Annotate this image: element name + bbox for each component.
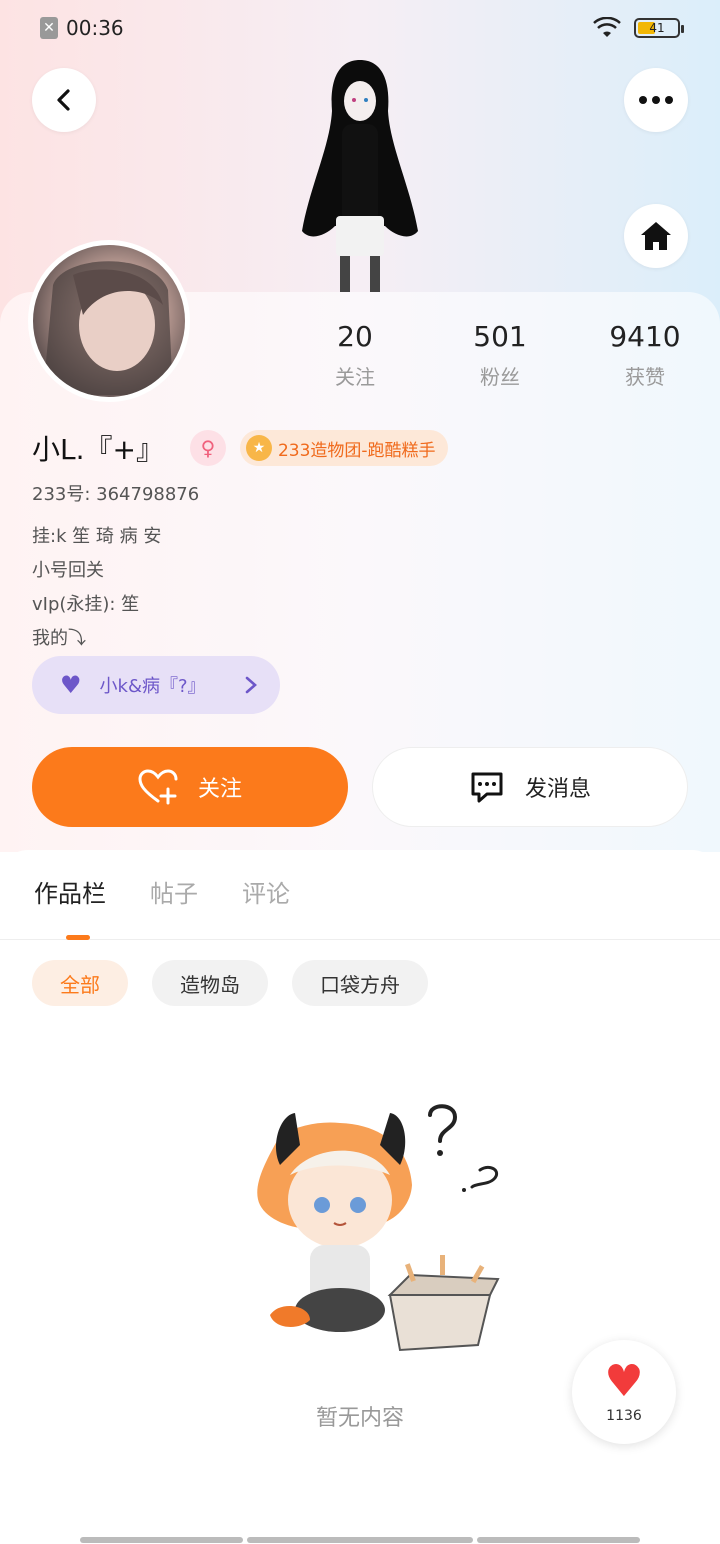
stat-likes[interactable]: 9410 获赞 [590,320,700,390]
stat-value: 20 [337,320,373,353]
username: 小L.『+』 [32,433,164,466]
content-tabs: 作品栏 帖子 评论 [0,870,720,940]
message-button[interactable]: 发消息 [372,747,688,827]
tab-posts[interactable]: 帖子 [150,870,198,940]
filter-chips: 全部 造物岛 口袋方舟 [32,960,428,1006]
battery-level: 41 [649,21,665,35]
character-figure-image [302,60,418,292]
stat-following[interactable]: 20 关注 [300,320,410,390]
follow-button[interactable]: 关注 [32,747,348,827]
heart-icon: ♥ [604,1356,644,1407]
message-icon [471,772,503,803]
message-label: 发消息 [524,777,591,802]
status-time: 00:36 [66,16,124,40]
name-row: 小L.『+』 ♀ ★ 233造物团-跑酷糕手 [32,428,448,468]
stat-label: 获赞 [625,365,665,389]
heart-icon: ♥ [60,671,82,699]
nav-indicator-left [80,1537,243,1543]
nav-indicator-center [247,1537,473,1543]
follow-label: 关注 [197,777,242,802]
bio-line: 挂:k 笙 琦 病 安 [32,526,162,547]
follow-heart-plus-icon [138,769,178,805]
tab-works[interactable]: 作品栏 [34,870,106,940]
chevron-right-icon [245,676,257,694]
notification-icon: ✕ [40,17,58,39]
user-id: 233号: 364798876 [32,484,200,505]
avatar-photo [43,261,173,395]
bio-line: 小号回关 [32,560,104,581]
chip-pocket-ark[interactable]: 口袋方舟 [292,960,428,1006]
like-count: 1136 [606,1408,642,1424]
stat-value: 501 [473,320,527,353]
home-button[interactable] [624,204,688,268]
battery-icon: 41 [634,18,684,38]
more-icon [639,96,673,104]
title-badge-label: 233造物团-跑酷糕手 [277,440,436,461]
back-icon [57,89,70,111]
status-bar: ✕ 00:36 41 [0,0,720,56]
stat-value: 9410 [609,320,681,353]
bio-line: 我的⤵ [32,628,86,649]
stats-row: 20 关注 501 粉丝 9410 获赞 [300,320,700,390]
avatar[interactable] [28,240,190,402]
stat-fans[interactable]: 501 粉丝 [445,320,555,390]
like-button[interactable]: ♥ 1136 [572,1340,676,1444]
back-button[interactable] [32,68,96,132]
nav-indicator-right [477,1537,640,1543]
chip-all[interactable]: 全部 [32,960,128,1006]
female-gender-icon: ♀ [189,430,226,466]
home-icon [641,222,671,250]
more-button[interactable] [624,68,688,132]
stat-label: 关注 [335,365,375,389]
tab-comments[interactable]: 评论 [242,870,290,940]
badge-icon: ★ [245,435,272,461]
stat-label: 粉丝 [480,365,520,389]
group-label: 小k&病『?』 [99,676,206,697]
chip-creation-island[interactable]: 造物岛 [152,960,268,1006]
bio: 挂:k 笙 琦 病 安 小号回关 vIp(永挂): 笙 我的⤵ [32,520,161,656]
wifi-icon [593,17,621,37]
title-badge[interactable]: ★ 233造物团-跑酷糕手 [239,430,448,466]
bio-line: vIp(永挂): 笙 [32,594,140,615]
empty-state-illustration [257,1104,500,1352]
group-link[interactable]: ♥ 小k&病『?』 [32,656,280,714]
